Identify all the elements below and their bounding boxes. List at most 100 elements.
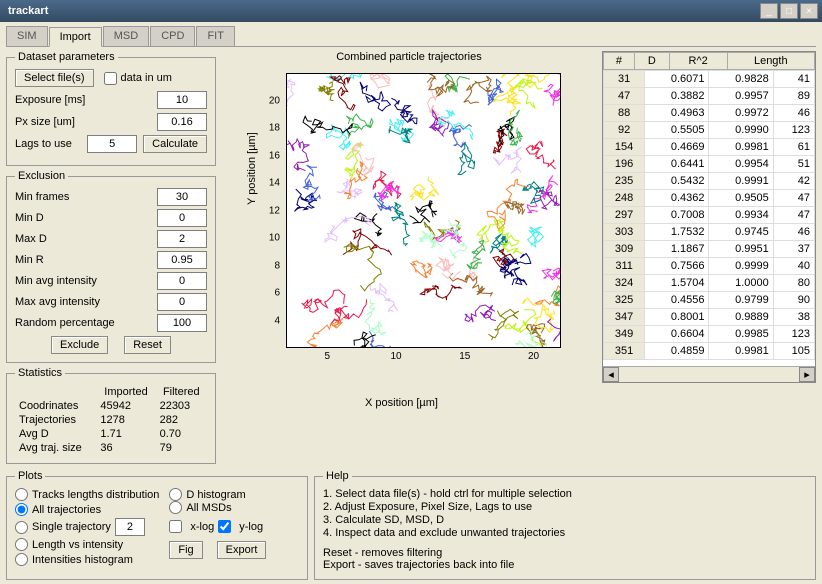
- plot-radio[interactable]: [15, 521, 28, 534]
- table-cell: 0.9999: [709, 258, 773, 275]
- table-cell: 325: [604, 292, 645, 309]
- table-row[interactable]: 3490.66040.9985123: [604, 326, 815, 343]
- plot-radio[interactable]: [169, 501, 182, 514]
- table-row[interactable]: 2970.70080.993447: [604, 207, 815, 224]
- calculate-button[interactable]: Calculate: [143, 135, 207, 153]
- exclusion-group: Exclusion Min framesMin DMax DMin RMin a…: [6, 170, 216, 363]
- plot-radio[interactable]: [15, 488, 28, 501]
- tab-import[interactable]: Import: [49, 27, 102, 47]
- table-cell: 90: [773, 292, 814, 309]
- table-hscroll[interactable]: ◂ ▸: [603, 366, 815, 382]
- tab-msd[interactable]: MSD: [103, 26, 149, 46]
- table-cell: 42: [773, 173, 814, 190]
- plot-radio[interactable]: [15, 553, 28, 566]
- reset-button[interactable]: Reset: [124, 336, 171, 354]
- scroll-left-arrow-icon[interactable]: ◂: [603, 367, 619, 382]
- plot-radio[interactable]: [169, 488, 182, 501]
- table-cell: 0.9954: [709, 156, 773, 173]
- table-row[interactable]: 1960.64410.995451: [604, 156, 815, 173]
- table-cell: 0.4362: [645, 190, 709, 207]
- select-files-button[interactable]: Select file(s): [15, 69, 94, 87]
- data-table[interactable]: #DR^2Length 310.60710.982841470.38820.99…: [602, 51, 816, 383]
- table-cell: 105: [773, 343, 814, 360]
- exclusion-input-6[interactable]: [157, 314, 207, 332]
- table-cell: 0.4669: [645, 139, 709, 156]
- data-in-um-checkbox[interactable]: [104, 72, 117, 85]
- export-button[interactable]: Export: [217, 541, 267, 559]
- exclusion-label: Max avg intensity: [15, 296, 157, 308]
- table-cell: 0.5505: [645, 122, 709, 139]
- exclusion-input-4[interactable]: [157, 272, 207, 290]
- table-row[interactable]: 3250.45560.979990: [604, 292, 815, 309]
- x-tick: 20: [528, 351, 539, 362]
- minimize-button[interactable]: _: [760, 3, 778, 19]
- table-cell: 248: [604, 190, 645, 207]
- table-row[interactable]: 3091.18670.995137: [604, 241, 815, 258]
- ylog-label: y-log: [239, 521, 263, 533]
- help-group: Help 1. Select data file(s) - hold ctrl …: [314, 470, 816, 580]
- table-row[interactable]: 3470.80010.988938: [604, 309, 815, 326]
- ylog-checkbox[interactable]: [218, 520, 231, 533]
- xlog-checkbox[interactable]: [169, 520, 182, 533]
- stats-header: [15, 385, 96, 399]
- table-cell: 0.9985: [709, 326, 773, 343]
- exclusion-input-3[interactable]: [157, 251, 207, 269]
- table-row[interactable]: 470.38820.995789: [604, 88, 815, 105]
- tab-cpd[interactable]: CPD: [150, 26, 195, 46]
- plots-group: Plots Tracks lengths distributionAll tra…: [6, 470, 308, 580]
- table-row[interactable]: 1540.46690.998161: [604, 139, 815, 156]
- table-cell: 1.5704: [645, 275, 709, 292]
- single-trajectory-input[interactable]: [115, 518, 145, 536]
- stats-cell: 1.71: [96, 427, 155, 441]
- table-cell: 0.4963: [645, 105, 709, 122]
- table-cell: 88: [604, 105, 645, 122]
- tab-sim[interactable]: SIM: [6, 26, 48, 46]
- y-tick: 4: [274, 315, 280, 326]
- stats-header: Imported: [96, 385, 155, 399]
- table-row[interactable]: 310.60710.982841: [604, 71, 815, 88]
- table-cell: 47: [773, 207, 814, 224]
- table-row[interactable]: 920.55050.9990123: [604, 122, 815, 139]
- dataset-parameters-legend: Dataset parameters: [15, 51, 118, 63]
- table-row[interactable]: 3510.48590.9981105: [604, 343, 815, 360]
- plots-legend: Plots: [15, 470, 45, 482]
- lags-input[interactable]: [87, 135, 137, 153]
- table-cell: 31: [604, 71, 645, 88]
- table-cell: 196: [604, 156, 645, 173]
- table-row[interactable]: 2350.54320.999142: [604, 173, 815, 190]
- close-button[interactable]: ×: [800, 3, 818, 19]
- table-row[interactable]: 880.49630.997246: [604, 105, 815, 122]
- table-cell: 0.9799: [709, 292, 773, 309]
- y-tick: 8: [274, 260, 280, 271]
- plot-radio[interactable]: [15, 538, 28, 551]
- exclusion-input-0[interactable]: [157, 188, 207, 206]
- xlog-label: x-log: [190, 521, 214, 533]
- table-cell: 80: [773, 275, 814, 292]
- help-legend: Help: [323, 470, 352, 482]
- table-header: Length: [727, 53, 814, 70]
- exposure-input[interactable]: [157, 91, 207, 109]
- stats-cell: 79: [156, 441, 207, 455]
- pxsize-input[interactable]: [157, 113, 207, 131]
- tab-fit[interactable]: FIT: [196, 26, 235, 46]
- table-cell: 0.9934: [709, 207, 773, 224]
- table-cell: 0.6604: [645, 326, 709, 343]
- exclude-button[interactable]: Exclude: [51, 336, 108, 354]
- table-row[interactable]: 2480.43620.950547: [604, 190, 815, 207]
- maximize-button[interactable]: □: [780, 3, 798, 19]
- exclusion-input-1[interactable]: [157, 209, 207, 227]
- table-cell: 92: [604, 122, 645, 139]
- table-row[interactable]: 3031.75320.974546: [604, 224, 815, 241]
- scroll-right-arrow-icon[interactable]: ▸: [799, 367, 815, 382]
- exclusion-input-5[interactable]: [157, 293, 207, 311]
- table-header: #: [604, 53, 635, 70]
- table-cell: 0.9991: [709, 173, 773, 190]
- table-cell: 0.7566: [645, 258, 709, 275]
- exclusion-label: Min R: [15, 254, 157, 266]
- fig-button[interactable]: Fig: [169, 541, 202, 559]
- plot-radio[interactable]: [15, 503, 28, 516]
- exclusion-input-2[interactable]: [157, 230, 207, 248]
- table-row[interactable]: 3110.75660.999940: [604, 258, 815, 275]
- table-cell: 47: [604, 88, 645, 105]
- table-row[interactable]: 3241.57041.000080: [604, 275, 815, 292]
